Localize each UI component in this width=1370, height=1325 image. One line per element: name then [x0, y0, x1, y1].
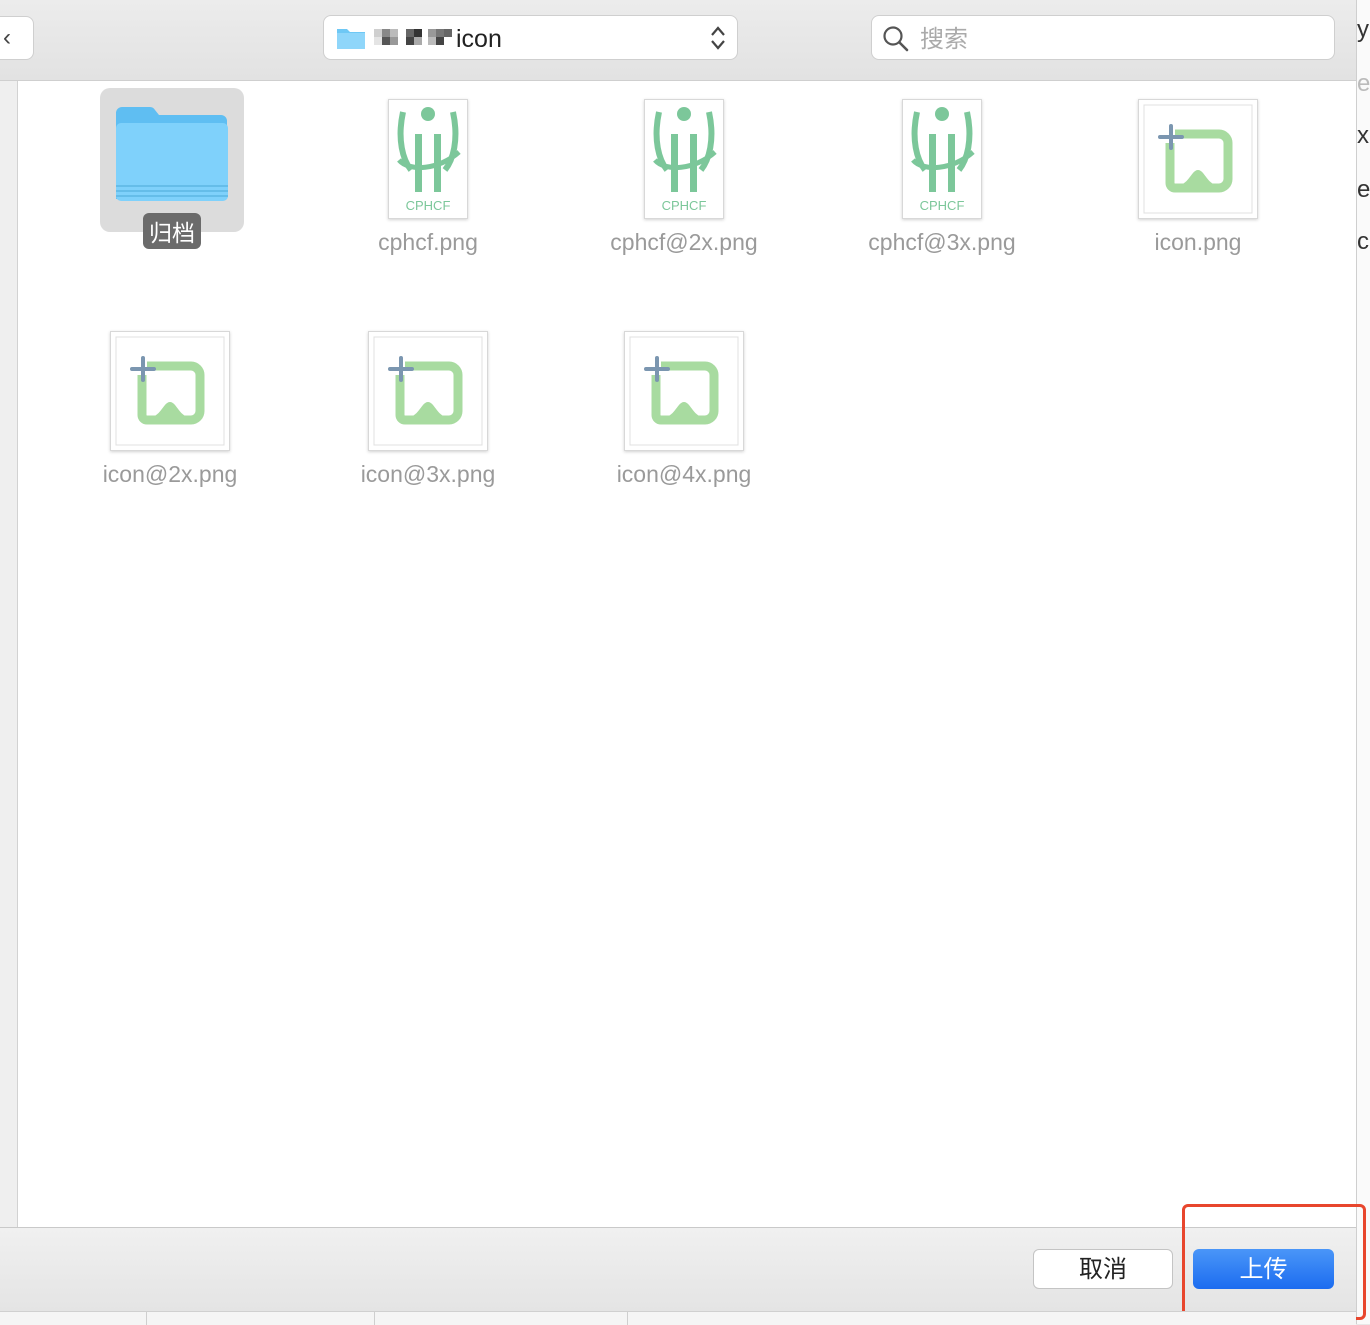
search-box[interactable] — [871, 15, 1335, 60]
sidebar-edge — [0, 81, 18, 1227]
file-item[interactable]: icon@3x.png — [328, 331, 528, 488]
cphcf-logo-icon: CPHCF — [911, 107, 975, 213]
app-icon-thumbnail — [629, 336, 739, 446]
file-item[interactable]: icon@2x.png — [70, 331, 270, 488]
file-item[interactable]: icon.png — [1098, 99, 1298, 256]
cphcf-logo-icon: CPHCF — [653, 107, 717, 213]
toolbar: ‹ icon — [0, 0, 1356, 81]
clipped-glyph: e — [1357, 70, 1370, 97]
file-item[interactable]: CPHCF cphcf@3x.png — [842, 99, 1042, 256]
cphcf-logo-text: CPHCF — [662, 198, 707, 213]
file-name: icon.png — [1154, 229, 1242, 255]
clipped-glyph: c — [1357, 228, 1369, 255]
search-icon — [883, 26, 909, 52]
search-input[interactable] — [918, 22, 1322, 56]
file-name: cphcf.png — [378, 229, 478, 255]
path-label: icon — [456, 25, 502, 53]
file-name: 归档 — [143, 213, 201, 249]
file-name: cphcf@2x.png — [610, 229, 758, 255]
file-item[interactable]: CPHCF cphcf.png — [328, 99, 528, 256]
app-icon-thumbnail — [373, 336, 483, 446]
back-button[interactable]: ‹ — [0, 16, 34, 60]
file-name: icon@4x.png — [616, 461, 752, 487]
file-item[interactable]: CPHCF cphcf@2x.png — [584, 99, 784, 256]
folder-icon — [337, 29, 365, 49]
file-name: cphcf@3x.png — [868, 229, 1016, 255]
background-window-edge: y e x e c — [1356, 0, 1370, 1324]
redacted-folder-name — [372, 27, 454, 51]
app-icon-thumbnail — [115, 336, 225, 446]
chevron-up-down-icon — [711, 26, 725, 50]
cphcf-logo-icon: CPHCF — [397, 107, 461, 213]
bottom-edge — [0, 1311, 1356, 1325]
app-icon-thumbnail — [1143, 104, 1253, 214]
upload-button[interactable]: 上传 — [1193, 1249, 1334, 1289]
clipped-glyph: y — [1357, 16, 1369, 43]
file-item-archive-folder[interactable]: 归档 — [72, 99, 272, 249]
back-label: ‹ — [3, 24, 11, 51]
cancel-button[interactable]: 取消 — [1033, 1249, 1173, 1289]
cphcf-logo-text: CPHCF — [920, 198, 965, 213]
file-item[interactable]: icon@4x.png — [584, 331, 784, 488]
file-browser: 归档 CPHCF cphcf.png CPHCF cphcf@2x.png CP… — [18, 81, 1356, 1227]
clipped-glyph: x — [1357, 122, 1369, 149]
clipped-glyph: e — [1357, 176, 1370, 203]
file-name: icon@3x.png — [360, 461, 496, 487]
cphcf-logo-text: CPHCF — [406, 198, 451, 213]
path-popup[interactable]: icon — [323, 15, 738, 60]
file-name: icon@2x.png — [102, 461, 238, 487]
action-bar: 取消 上传 — [0, 1227, 1356, 1312]
folder-icon — [116, 107, 228, 201]
